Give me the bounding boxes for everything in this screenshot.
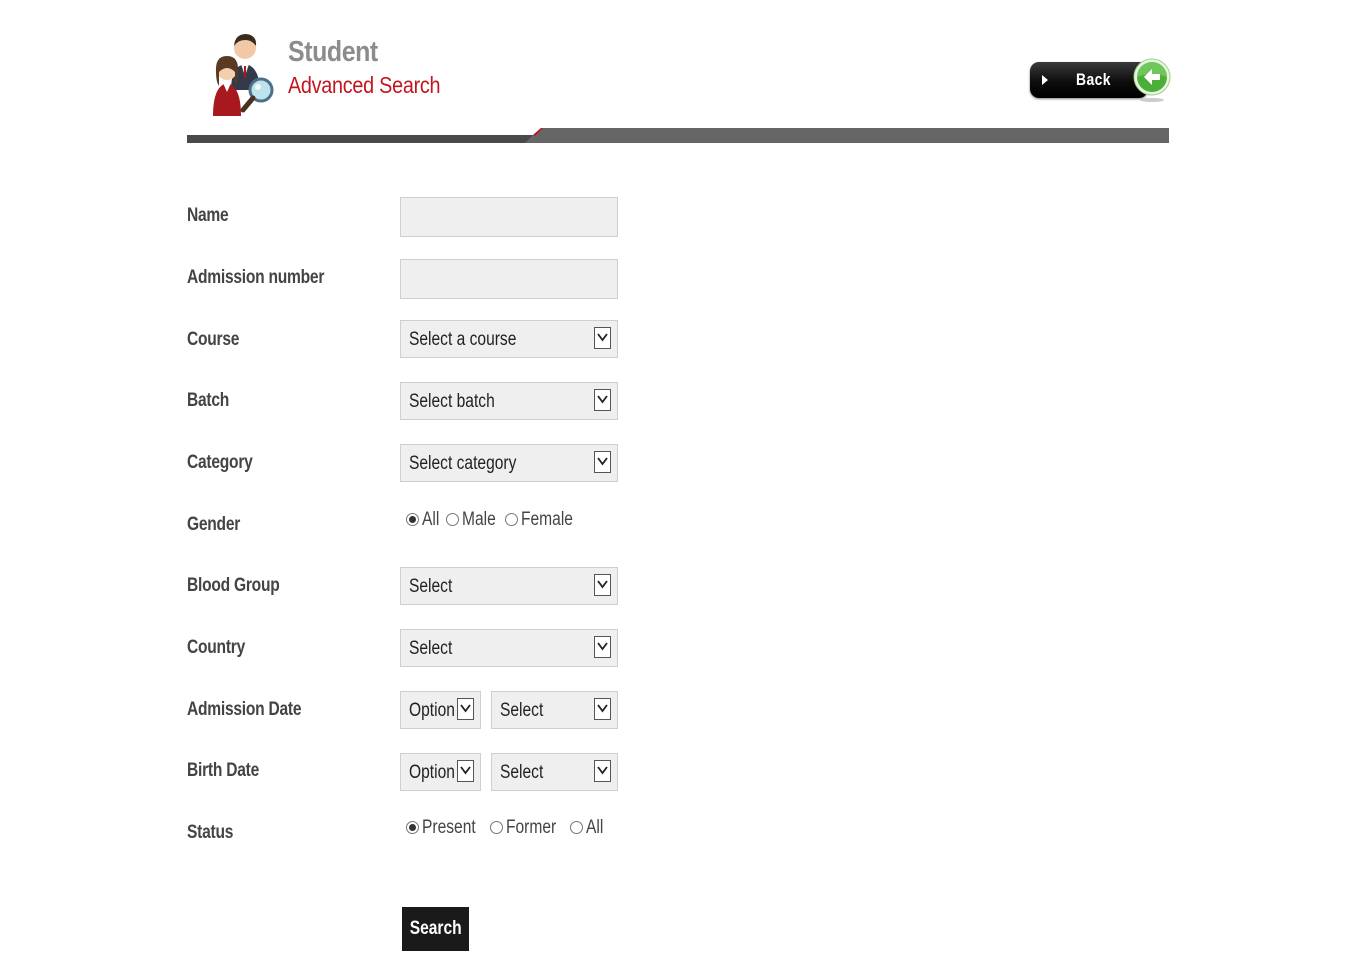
gender-radio-all[interactable]: All xyxy=(406,509,443,531)
radio-checked-icon xyxy=(406,513,419,526)
header-divider-bar xyxy=(187,128,1169,143)
radio-unchecked-icon xyxy=(569,821,583,834)
play-icon xyxy=(1042,75,1048,85)
blood-group-select[interactable]: Select xyxy=(400,567,618,605)
status-option-label: All xyxy=(585,817,603,838)
gender-option-label: Female xyxy=(521,509,574,530)
birth-date-select-value: Select xyxy=(500,762,544,783)
batch-select[interactable]: Select batch xyxy=(400,382,618,420)
chevron-down-icon xyxy=(594,574,611,596)
student-advanced-search-page: Student Advanced Search Back Name Admiss xyxy=(0,0,1366,966)
course-select-value: Select a course xyxy=(409,329,517,350)
back-button[interactable]: Back xyxy=(1030,56,1172,106)
status-radio-all[interactable]: All xyxy=(569,817,607,839)
chevron-down-icon xyxy=(594,636,611,658)
radio-checked-icon xyxy=(406,821,419,834)
gender-option-label: Male xyxy=(461,509,496,530)
birth-date-label: Birth Date xyxy=(187,760,259,781)
status-radio-former[interactable]: Former xyxy=(489,817,567,839)
chevron-down-icon xyxy=(594,698,611,720)
status-radio-present[interactable]: Present xyxy=(406,817,487,839)
status-option-label: Former xyxy=(505,817,557,838)
birth-date-option-value: Option xyxy=(409,762,455,783)
course-select[interactable]: Select a course xyxy=(400,320,618,358)
status-option-label: Present xyxy=(422,817,476,838)
birth-date-select[interactable]: Select xyxy=(491,753,618,791)
admission-date-select[interactable]: Select xyxy=(491,691,618,729)
gender-radio-female[interactable]: Female xyxy=(505,509,584,531)
page-subtitle: Advanced Search xyxy=(288,72,441,98)
admission-date-select-value: Select xyxy=(500,700,544,721)
category-select-value: Select category xyxy=(409,453,517,474)
chevron-down-icon xyxy=(594,389,611,411)
blood-group-label: Blood Group xyxy=(187,575,280,596)
admission-date-option-select[interactable]: Option xyxy=(400,691,481,729)
name-label: Name xyxy=(187,205,229,226)
country-label: Country xyxy=(187,637,246,658)
gender-radio-male[interactable]: Male xyxy=(445,509,503,531)
name-input[interactable] xyxy=(400,197,618,237)
country-select[interactable]: Select xyxy=(400,629,618,667)
admission-number-input[interactable] xyxy=(400,259,618,299)
chevron-down-icon xyxy=(594,760,611,782)
admission-number-label: Admission number xyxy=(187,267,325,288)
students-search-icon xyxy=(205,28,279,118)
status-radio-group: Present Former All xyxy=(406,817,613,841)
birth-date-option-select[interactable]: Option xyxy=(400,753,481,791)
chevron-down-icon xyxy=(594,451,611,473)
chevron-down-icon xyxy=(457,698,474,720)
page-title: Student xyxy=(288,36,378,68)
chevron-down-icon xyxy=(594,327,611,349)
category-label: Category xyxy=(187,452,253,473)
gender-option-label: All xyxy=(422,509,440,530)
back-arrow-icon xyxy=(1133,56,1171,102)
status-label: Status xyxy=(187,822,234,843)
gender-label: Gender xyxy=(187,514,241,535)
radio-unchecked-icon xyxy=(489,821,503,834)
back-button-label: Back xyxy=(1076,70,1111,89)
gender-radio-group: All Male Female xyxy=(406,509,591,533)
admission-date-label: Admission Date xyxy=(187,699,302,720)
search-button-label: Search xyxy=(409,918,462,939)
radio-unchecked-icon xyxy=(505,513,519,526)
country-select-value: Select xyxy=(409,638,453,659)
radio-unchecked-icon xyxy=(445,513,459,526)
batch-select-value: Select batch xyxy=(409,391,495,412)
back-pill: Back xyxy=(1030,62,1148,98)
batch-label: Batch xyxy=(187,390,230,411)
category-select[interactable]: Select category xyxy=(400,444,618,482)
course-label: Course xyxy=(187,329,240,350)
blood-group-select-value: Select xyxy=(409,576,453,597)
admission-date-option-value: Option xyxy=(409,700,455,721)
chevron-down-icon xyxy=(457,760,474,782)
search-button[interactable]: Search xyxy=(402,907,469,951)
